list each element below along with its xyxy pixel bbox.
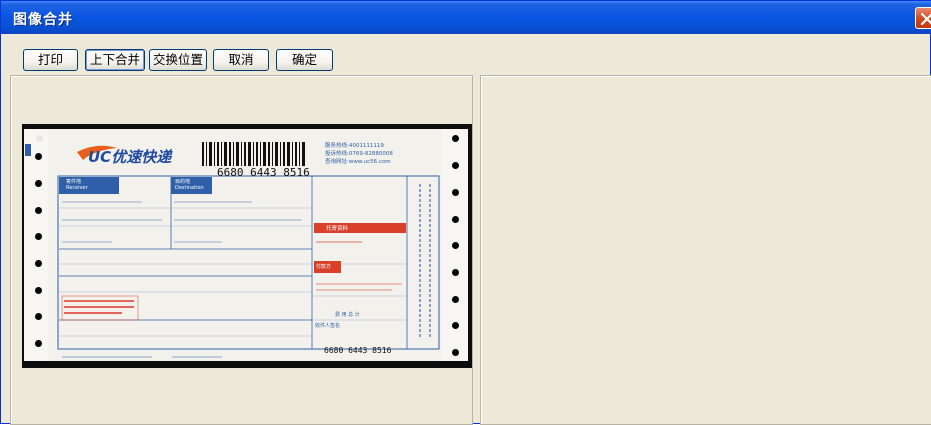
swap-position-button[interactable]: 交换位置 bbox=[149, 49, 207, 71]
website-text: 查询网址:www.uc56.com bbox=[325, 159, 391, 165]
signature-label: 收件人签名 bbox=[315, 323, 341, 329]
merge-window: 图像合并 打印 上下合并 交换位置 取消 确定 UC优速快递 6680 6443… bbox=[0, 0, 931, 425]
cancel-button[interactable]: 取消 bbox=[213, 49, 269, 71]
close-button[interactable] bbox=[915, 7, 931, 29]
destination-label: 目的地 bbox=[175, 179, 191, 185]
ok-button[interactable]: 确定 bbox=[276, 49, 333, 71]
receiver-label: 寄件地 bbox=[66, 179, 82, 185]
complaint-text: 投诉热线:0769-82880008 bbox=[325, 151, 393, 157]
barcode-number: 6680 6443 8516 bbox=[217, 166, 310, 179]
title-bar[interactable]: 图像合并 bbox=[1, 1, 931, 34]
payer-label: 付款方 bbox=[316, 264, 332, 270]
consignment-label: 托寄资料 bbox=[326, 226, 349, 232]
waybill-image: UC优速快递 6680 6443 8516 服务热线:4001111119 投诉… bbox=[22, 124, 472, 368]
toolbar: 打印 上下合并 交换位置 取消 确定 bbox=[1, 34, 931, 74]
vertical-merge-button[interactable]: 上下合并 bbox=[85, 49, 145, 71]
bottom-tracking-number: 6680 6443 8516 bbox=[324, 346, 392, 355]
right-image-panel[interactable] bbox=[480, 75, 931, 425]
window-title: 图像合并 bbox=[13, 12, 73, 28]
hotline-text: 服务热线:4001111119 bbox=[325, 143, 384, 149]
print-button[interactable]: 打印 bbox=[23, 49, 78, 71]
receiver-label-en: Receiver bbox=[66, 185, 88, 191]
brand-logo: UC优速快递 bbox=[88, 148, 172, 166]
total-fee-label: 费 用 总 计 bbox=[335, 312, 360, 318]
destination-label-en: Destination bbox=[175, 185, 204, 191]
close-icon bbox=[920, 12, 931, 26]
